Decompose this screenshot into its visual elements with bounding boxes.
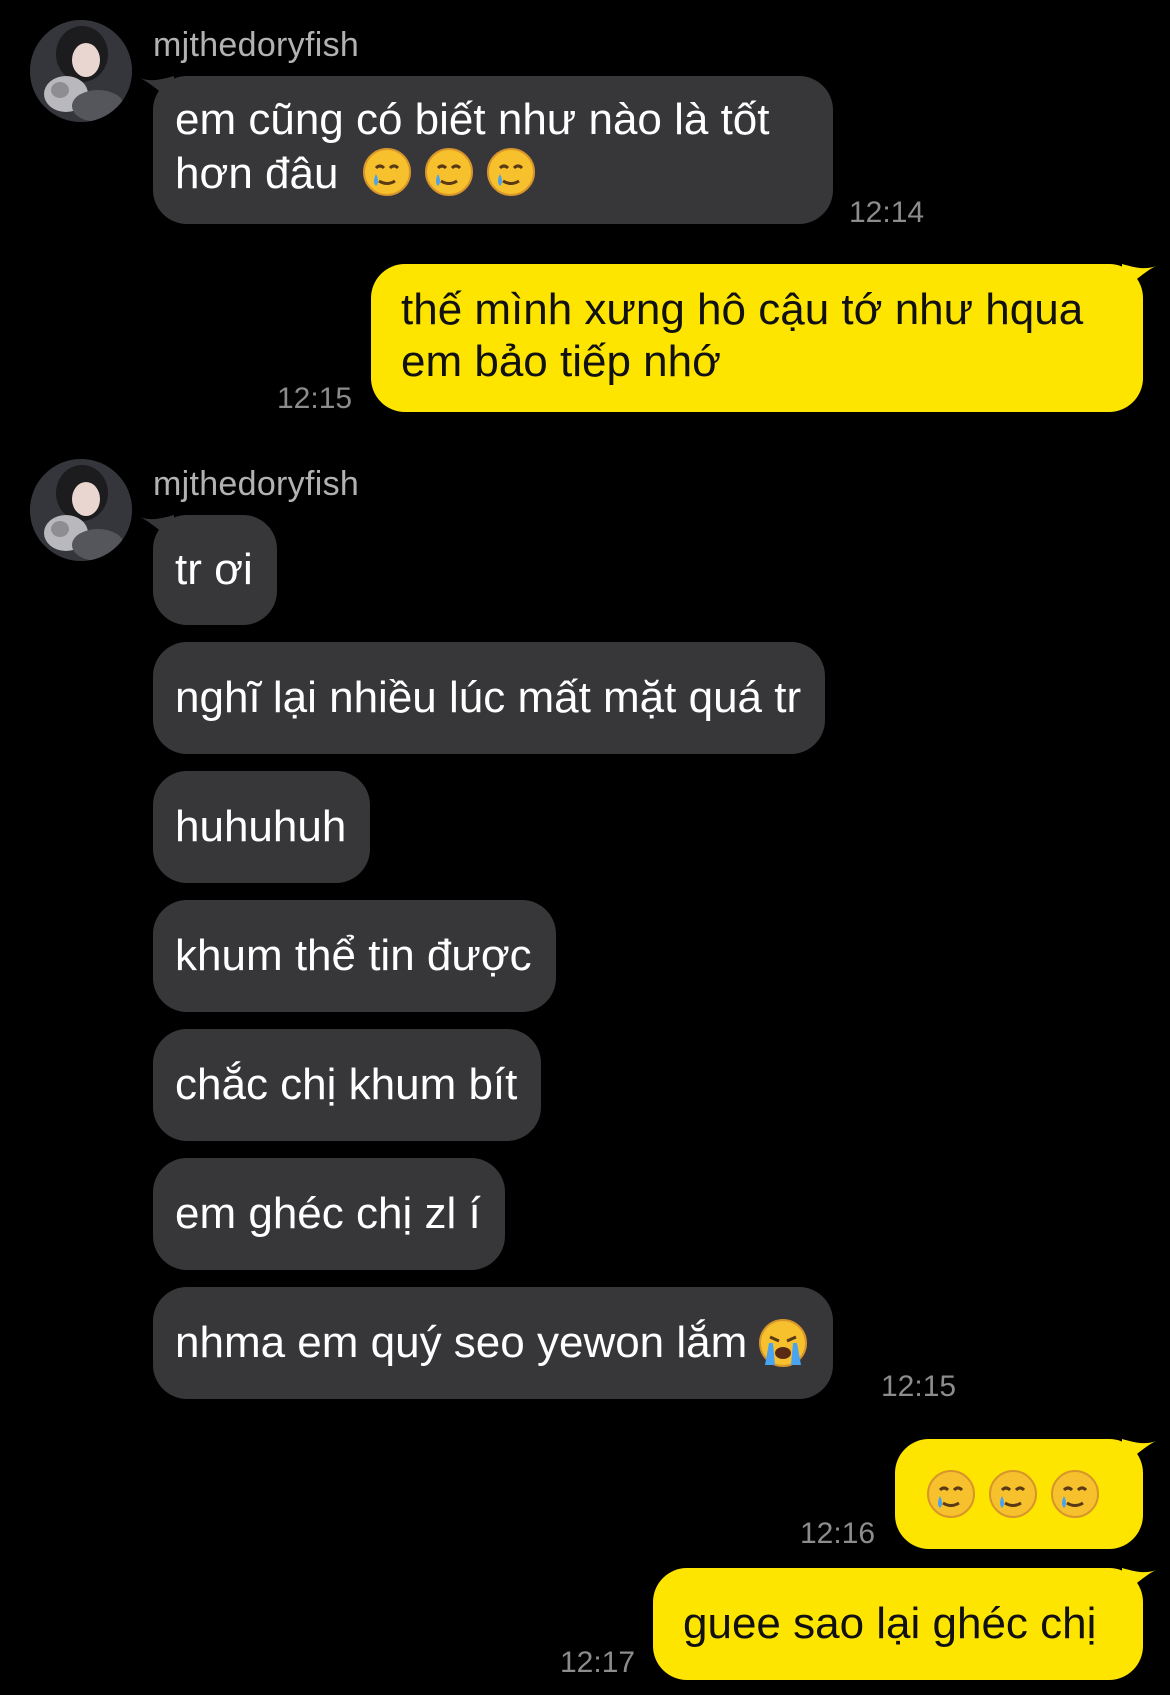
message-bubble[interactable]: thế mình xưng hô cậu tớ như hqua em bảo …: [371, 264, 1143, 412]
message-text: tr ơi: [175, 545, 253, 594]
smiling-face-with-tear-icon: [361, 146, 413, 198]
message-bubble[interactable]: khum thể tin được: [153, 900, 556, 1012]
smiling-face-with-tear-icon: [925, 1468, 977, 1520]
message-bubble[interactable]: nhma em quý seo yewon lắm: [153, 1287, 834, 1399]
smiling-face-with-tear-icon: [987, 1468, 1039, 1520]
smiling-face-with-tear-icon: [485, 146, 537, 198]
message-bubble[interactable]: huhuhuh: [153, 771, 371, 883]
message-text: huhuhuh: [175, 802, 347, 851]
bubble-tail: [1122, 264, 1156, 290]
message-time: 12:15: [881, 1370, 957, 1403]
smiling-face-with-tear-icon: [1049, 1468, 1101, 1520]
avatar[interactable]: [30, 459, 132, 561]
loudly-crying-face-icon: [757, 1317, 809, 1369]
message-text: guee sao lại ghéc chị: [683, 1599, 1097, 1648]
message-text: em bảo tiếp nhớ: [401, 337, 721, 386]
message-bubble[interactable]: em ghéc chị zl í: [153, 1158, 505, 1270]
message-bubble[interactable]: [895, 1439, 1143, 1549]
message-text: nhma em quý seo yewon lắm: [175, 1318, 748, 1367]
message-time: 12:15: [277, 382, 353, 415]
message-text: em ghéc chị zl í: [175, 1189, 481, 1238]
message-bubble[interactable]: chắc chị khum bít: [153, 1029, 542, 1141]
message-text: em cũng có biết như nào là tốt: [175, 95, 770, 144]
message-text: thế mình xưng hô cậu tớ như hqua: [401, 285, 1084, 334]
bubble-tail: [1122, 1439, 1156, 1465]
bubble-tail: [1122, 1568, 1156, 1594]
avatar[interactable]: [30, 20, 132, 122]
message-time: 12:14: [849, 196, 925, 229]
message-text: khum thể tin được: [175, 931, 532, 980]
message-text: hơn đâu: [175, 149, 339, 198]
message-time: 12:17: [560, 1646, 636, 1679]
message-time: 12:16: [800, 1517, 876, 1550]
message-bubble[interactable]: guee sao lại ghéc chị: [653, 1568, 1143, 1680]
sender-name: mjthedoryfish: [153, 26, 360, 64]
message-bubble[interactable]: nghĩ lại nhiều lúc mất mặt quá tr: [153, 642, 826, 754]
sender-name: mjthedoryfish: [153, 465, 360, 503]
smiling-face-with-tear-icon: [423, 146, 475, 198]
message-bubble[interactable]: tr ơi: [153, 515, 277, 625]
message-bubble[interactable]: em cũng có biết như nào là tốt hơn đâu: [153, 76, 833, 224]
message-text: nghĩ lại nhiều lúc mất mặt quá tr: [175, 673, 802, 722]
message-text: chắc chị khum bít: [175, 1060, 518, 1109]
message-text-line: hơn đâu: [175, 146, 809, 200]
